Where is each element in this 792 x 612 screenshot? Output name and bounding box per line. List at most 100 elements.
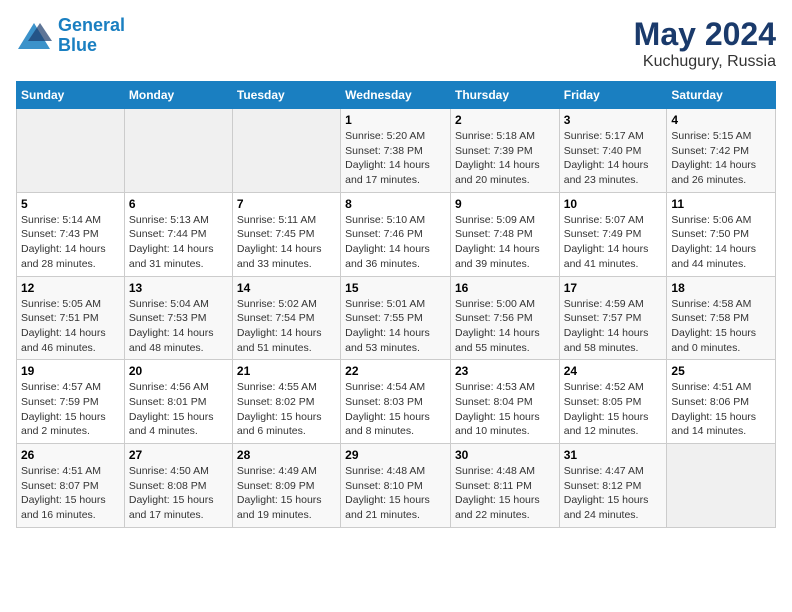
day-cell: 1 Sunrise: 5:20 AM Sunset: 7:38 PM Daylig… — [341, 109, 451, 193]
day-info: Sunrise: 5:06 AM Sunset: 7:50 PM Dayligh… — [671, 213, 771, 272]
day-info: Sunrise: 5:17 AM Sunset: 7:40 PM Dayligh… — [564, 129, 663, 188]
week-row-2: 5Sunrise: 5:14 AM Sunset: 7:43 PM Daylig… — [17, 192, 776, 276]
day-info: Sunrise: 4:51 AM Sunset: 8:07 PM Dayligh… — [21, 464, 120, 523]
day-cell — [124, 109, 232, 193]
day-cell: 25 Sunrise: 4:51 AM Sunset: 8:06 PM Dayli… — [667, 360, 776, 444]
day-info: Sunrise: 4:55 AM Sunset: 8:02 PM Dayligh… — [237, 380, 336, 439]
day-cell: 16Sunrise: 5:00 AM Sunset: 7:56 PM Dayli… — [450, 276, 559, 360]
day-cell: 10 Sunrise: 5:07 AM Sunset: 7:49 PM Dayli… — [559, 192, 667, 276]
header-row: SundayMondayTuesdayWednesdayThursdayFrid… — [17, 82, 776, 109]
day-cell: 19 Sunrise: 4:57 AM Sunset: 7:59 PM Dayli… — [17, 360, 125, 444]
header-friday: Friday — [559, 82, 667, 109]
week-row-4: 19 Sunrise: 4:57 AM Sunset: 7:59 PM Dayli… — [17, 360, 776, 444]
day-info: Sunrise: 4:59 AM Sunset: 7:57 PM Dayligh… — [564, 297, 663, 356]
day-cell: 17 Sunrise: 4:59 AM Sunset: 7:57 PM Dayli… — [559, 276, 667, 360]
day-number: 12 — [21, 281, 120, 295]
day-info: Sunrise: 4:54 AM Sunset: 8:03 PM Dayligh… — [345, 380, 446, 439]
header-tuesday: Tuesday — [232, 82, 340, 109]
day-cell: 13 Sunrise: 5:04 AM Sunset: 7:53 PM Dayli… — [124, 276, 232, 360]
day-info: Sunrise: 5:05 AM Sunset: 7:51 PM Dayligh… — [21, 297, 120, 356]
day-cell — [667, 444, 776, 528]
day-number: 14 — [237, 281, 336, 295]
day-cell: 23 Sunrise: 4:53 AM Sunset: 8:04 PM Dayli… — [450, 360, 559, 444]
day-cell — [17, 109, 125, 193]
day-cell: 31 Sunrise: 4:47 AM Sunset: 8:12 PM Dayli… — [559, 444, 667, 528]
logo-icon — [16, 21, 52, 51]
day-number: 21 — [237, 364, 336, 378]
day-info: Sunrise: 5:13 AM Sunset: 7:44 PM Dayligh… — [129, 213, 228, 272]
day-info: Sunrise: 5:15 AM Sunset: 7:42 PM Dayligh… — [671, 129, 771, 188]
day-info: Sunrise: 4:51 AM Sunset: 8:06 PM Dayligh… — [671, 380, 771, 439]
header-sunday: Sunday — [17, 82, 125, 109]
day-info: Sunrise: 5:20 AM Sunset: 7:38 PM Dayligh… — [345, 129, 446, 188]
day-cell: 21 Sunrise: 4:55 AM Sunset: 8:02 PM Dayli… — [232, 360, 340, 444]
day-info: Sunrise: 4:47 AM Sunset: 8:12 PM Dayligh… — [564, 464, 663, 523]
day-info: Sunrise: 4:48 AM Sunset: 8:11 PM Dayligh… — [455, 464, 555, 523]
day-number: 5 — [21, 197, 120, 211]
day-number: 7 — [237, 197, 336, 211]
day-cell: 18 Sunrise: 4:58 AM Sunset: 7:58 PM Dayli… — [667, 276, 776, 360]
day-number: 3 — [564, 113, 663, 127]
calendar-table: SundayMondayTuesdayWednesdayThursdayFrid… — [16, 81, 776, 528]
day-cell: 22 Sunrise: 4:54 AM Sunset: 8:03 PM Dayli… — [341, 360, 451, 444]
day-number: 17 — [564, 281, 663, 295]
day-cell: 26 Sunrise: 4:51 AM Sunset: 8:07 PM Dayli… — [17, 444, 125, 528]
day-number: 1 — [345, 113, 446, 127]
week-row-5: 26 Sunrise: 4:51 AM Sunset: 8:07 PM Dayli… — [17, 444, 776, 528]
day-cell — [232, 109, 340, 193]
logo: General Blue — [16, 16, 125, 56]
day-info: Sunrise: 4:57 AM Sunset: 7:59 PM Dayligh… — [21, 380, 120, 439]
day-cell: 12 Sunrise: 5:05 AM Sunset: 7:51 PM Dayli… — [17, 276, 125, 360]
day-number: 23 — [455, 364, 555, 378]
day-cell: 9 Sunrise: 5:09 AM Sunset: 7:48 PM Daylig… — [450, 192, 559, 276]
day-info: Sunrise: 5:09 AM Sunset: 7:48 PM Dayligh… — [455, 213, 555, 272]
day-cell: 29Sunrise: 4:48 AM Sunset: 8:10 PM Dayli… — [341, 444, 451, 528]
day-number: 29 — [345, 448, 446, 462]
day-number: 9 — [455, 197, 555, 211]
day-number: 28 — [237, 448, 336, 462]
day-cell: 4 Sunrise: 5:15 AM Sunset: 7:42 PM Daylig… — [667, 109, 776, 193]
day-cell: 20Sunrise: 4:56 AM Sunset: 8:01 PM Dayli… — [124, 360, 232, 444]
day-cell: 30 Sunrise: 4:48 AM Sunset: 8:11 PM Dayli… — [450, 444, 559, 528]
day-number: 8 — [345, 197, 446, 211]
page-header: General Blue May 2024 Kuchugury, Russia — [16, 16, 776, 71]
day-cell: 8 Sunrise: 5:10 AM Sunset: 7:46 PM Daylig… — [341, 192, 451, 276]
day-cell: 28Sunrise: 4:49 AM Sunset: 8:09 PM Dayli… — [232, 444, 340, 528]
day-cell: 7 Sunrise: 5:11 AM Sunset: 7:45 PM Daylig… — [232, 192, 340, 276]
day-info: Sunrise: 5:10 AM Sunset: 7:46 PM Dayligh… — [345, 213, 446, 272]
day-number: 6 — [129, 197, 228, 211]
day-cell: 5Sunrise: 5:14 AM Sunset: 7:43 PM Daylig… — [17, 192, 125, 276]
day-cell: 27 Sunrise: 4:50 AM Sunset: 8:08 PM Dayli… — [124, 444, 232, 528]
week-row-3: 12 Sunrise: 5:05 AM Sunset: 7:51 PM Dayli… — [17, 276, 776, 360]
day-info: Sunrise: 5:11 AM Sunset: 7:45 PM Dayligh… — [237, 213, 336, 272]
day-number: 22 — [345, 364, 446, 378]
logo-text: General Blue — [58, 16, 125, 56]
day-number: 13 — [129, 281, 228, 295]
day-info: Sunrise: 4:52 AM Sunset: 8:05 PM Dayligh… — [564, 380, 663, 439]
day-info: Sunrise: 4:50 AM Sunset: 8:08 PM Dayligh… — [129, 464, 228, 523]
day-info: Sunrise: 5:01 AM Sunset: 7:55 PM Dayligh… — [345, 297, 446, 356]
day-info: Sunrise: 5:00 AM Sunset: 7:56 PM Dayligh… — [455, 297, 555, 356]
day-cell: 2Sunrise: 5:18 AM Sunset: 7:39 PM Daylig… — [450, 109, 559, 193]
calendar-title: May 2024 — [634, 16, 776, 53]
day-number: 19 — [21, 364, 120, 378]
day-info: Sunrise: 4:56 AM Sunset: 8:01 PM Dayligh… — [129, 380, 228, 439]
day-number: 27 — [129, 448, 228, 462]
day-info: Sunrise: 5:18 AM Sunset: 7:39 PM Dayligh… — [455, 129, 555, 188]
day-number: 25 — [671, 364, 771, 378]
day-number: 31 — [564, 448, 663, 462]
calendar-location: Kuchugury, Russia — [634, 53, 776, 71]
day-info: Sunrise: 4:53 AM Sunset: 8:04 PM Dayligh… — [455, 380, 555, 439]
week-row-1: 1 Sunrise: 5:20 AM Sunset: 7:38 PM Daylig… — [17, 109, 776, 193]
day-info: Sunrise: 4:58 AM Sunset: 7:58 PM Dayligh… — [671, 297, 771, 356]
day-info: Sunrise: 5:04 AM Sunset: 7:53 PM Dayligh… — [129, 297, 228, 356]
day-number: 10 — [564, 197, 663, 211]
header-saturday: Saturday — [667, 82, 776, 109]
day-number: 4 — [671, 113, 771, 127]
day-info: Sunrise: 5:07 AM Sunset: 7:49 PM Dayligh… — [564, 213, 663, 272]
day-cell: 11Sunrise: 5:06 AM Sunset: 7:50 PM Dayli… — [667, 192, 776, 276]
header-wednesday: Wednesday — [341, 82, 451, 109]
day-number: 26 — [21, 448, 120, 462]
day-number: 30 — [455, 448, 555, 462]
day-number: 18 — [671, 281, 771, 295]
